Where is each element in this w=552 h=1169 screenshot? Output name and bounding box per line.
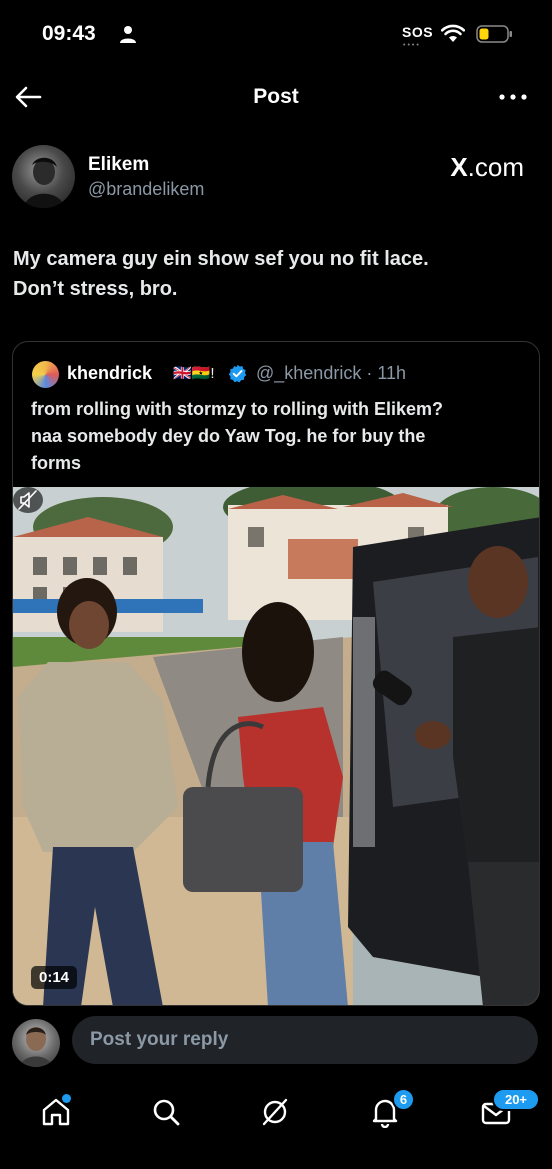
source-watermark: X.com (450, 152, 524, 183)
reply-bar (0, 1010, 552, 1070)
post-text: My camera guy ein show sef you no fit la… (13, 244, 539, 304)
quoted-handle-time: @_khendrick · 11h (256, 363, 407, 383)
bottom-tab-bar: 6 20+ (0, 1080, 552, 1169)
avatar[interactable] (12, 145, 75, 208)
tab-notifications[interactable]: 6 (355, 1088, 415, 1136)
verified-badge-icon (228, 364, 247, 383)
video-player[interactable]: 0:14 (13, 487, 539, 1005)
battery-icon (476, 25, 512, 43)
page-title: Post (253, 85, 299, 108)
status-bar: 09:43 SOS •••• (0, 0, 552, 72)
tab-search[interactable] (136, 1088, 196, 1136)
grok-icon (262, 1098, 288, 1126)
source-suffix: .com (467, 152, 524, 182)
quoted-avatar[interactable] (32, 361, 59, 388)
post-header: Post (0, 72, 552, 122)
avatar[interactable] (12, 1019, 60, 1067)
unread-dot (62, 1094, 71, 1103)
signal-dots: •••• (403, 42, 421, 49)
quoted-author-name[interactable]: khendrick (67, 363, 152, 384)
quoted-text-line: from rolling with stormzy to rolling wit… (31, 399, 444, 419)
reply-input[interactable] (72, 1016, 538, 1064)
person-icon (120, 26, 136, 43)
post-text-line: Don’t stress, bro. (13, 278, 178, 300)
post-text-line: My camera guy ein show sef you no fit la… (13, 248, 429, 270)
more-horizontal-icon[interactable] (496, 85, 530, 109)
volume-muted-icon[interactable] (13, 487, 43, 513)
author-name[interactable]: Elikem (88, 154, 149, 176)
search-icon (153, 1099, 180, 1126)
quoted-text: from rolling with stormzy to rolling wit… (31, 396, 531, 477)
tab-grok[interactable] (245, 1088, 305, 1136)
source-prefix: X (450, 152, 468, 182)
messages-badge: 20+ (492, 1088, 540, 1111)
tab-messages[interactable]: 20+ (466, 1088, 540, 1136)
video-duration: 0:14 (31, 966, 78, 989)
tab-home[interactable] (26, 1088, 86, 1136)
quoted-text-line: forms (31, 453, 82, 473)
quoted-post[interactable]: khendrick 🇬🇧🇬🇭! @_khendrick · 11h from r… (12, 341, 540, 1006)
notification-badge: 6 (392, 1088, 415, 1111)
quoted-author-flags: 🇬🇧🇬🇭! (173, 365, 215, 382)
post-author: Elikem @brandelikem X.com (0, 142, 552, 212)
author-handle[interactable]: @brandelikem (88, 179, 204, 200)
wifi-icon (441, 24, 465, 42)
video-frame (13, 487, 539, 1005)
quoted-text-line: naa somebody dey do Yaw Tog. he for buy … (31, 426, 426, 446)
sos-label: SOS (402, 24, 434, 40)
status-time: 09:43 (42, 22, 96, 45)
